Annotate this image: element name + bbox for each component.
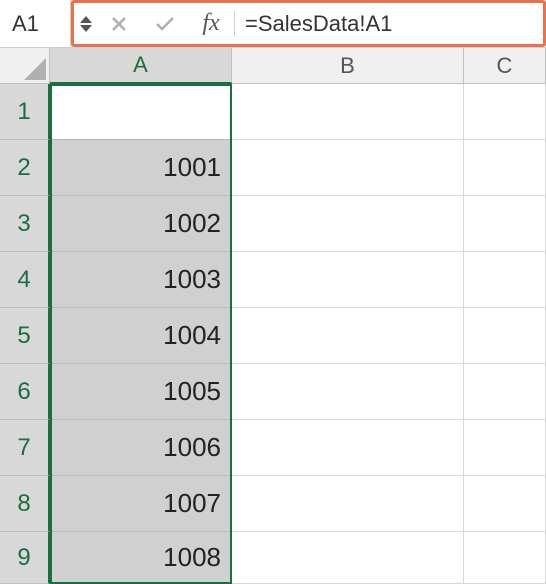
cell-b4[interactable]	[232, 252, 464, 308]
row-header-3[interactable]: 3	[0, 196, 50, 252]
cell-c6[interactable]	[464, 364, 546, 420]
name-box[interactable]: A1	[0, 0, 71, 47]
cell-a5[interactable]: 1004	[50, 308, 232, 364]
grid-row: 8 1007	[0, 476, 546, 532]
column-header-a[interactable]: A	[50, 48, 232, 84]
grid-row: 5 1004	[0, 308, 546, 364]
cell-b8[interactable]	[232, 476, 464, 532]
cell-c1[interactable]	[464, 84, 546, 140]
row-header-9[interactable]: 9	[0, 532, 50, 584]
cell-c5[interactable]	[464, 308, 546, 364]
formula-bar: A1 fx	[0, 0, 546, 48]
row-header-2[interactable]: 2	[0, 140, 50, 196]
cell-a8[interactable]: 1007	[50, 476, 232, 532]
formula-controls-highlight: fx	[71, 0, 546, 47]
row-header-8[interactable]: 8	[0, 476, 50, 532]
cell-c7[interactable]	[464, 420, 546, 476]
cell-c9[interactable]	[464, 532, 546, 584]
cell-c3[interactable]	[464, 196, 546, 252]
spreadsheet-grid: A B C 1 Order ID 2 1001 3 1002 4 1003	[0, 48, 546, 584]
column-headers: A B C	[0, 48, 546, 84]
cell-c2[interactable]	[464, 140, 546, 196]
formula-input[interactable]	[235, 3, 543, 44]
cell-b5[interactable]	[232, 308, 464, 364]
close-icon	[110, 15, 128, 33]
cell-c8[interactable]	[464, 476, 546, 532]
grid-row: 9 1008	[0, 532, 546, 584]
column-header-c[interactable]: C	[464, 48, 546, 84]
grid-row: 1 Order ID	[0, 84, 546, 140]
cell-a3[interactable]: 1002	[50, 196, 232, 252]
cancel-button[interactable]	[96, 3, 142, 44]
column-header-b[interactable]: B	[232, 48, 464, 84]
cell-a6[interactable]: 1005	[50, 364, 232, 420]
cell-b3[interactable]	[232, 196, 464, 252]
cell-a7[interactable]: 1006	[50, 420, 232, 476]
chevron-down-icon	[80, 25, 92, 32]
grid-row: 3 1002	[0, 196, 546, 252]
row-header-5[interactable]: 5	[0, 308, 50, 364]
select-all-button[interactable]	[0, 48, 50, 84]
cell-b7[interactable]	[232, 420, 464, 476]
grid-row: 6 1005	[0, 364, 546, 420]
cell-b1[interactable]	[232, 84, 464, 140]
cell-a1[interactable]: Order ID	[50, 84, 232, 140]
cell-c4[interactable]	[464, 252, 546, 308]
row-header-1[interactable]: 1	[0, 84, 50, 140]
grid-row: 7 1006	[0, 420, 546, 476]
check-icon	[154, 15, 176, 33]
cell-a4[interactable]: 1003	[50, 252, 232, 308]
cell-a9[interactable]: 1008	[50, 532, 232, 584]
cell-b6[interactable]	[232, 364, 464, 420]
cell-b9[interactable]	[232, 532, 464, 584]
cell-b2[interactable]	[232, 140, 464, 196]
row-header-4[interactable]: 4	[0, 252, 50, 308]
row-header-7[interactable]: 7	[0, 420, 50, 476]
chevron-up-icon	[80, 16, 92, 23]
grid-row: 2 1001	[0, 140, 546, 196]
formula-stepper[interactable]	[74, 3, 96, 44]
accept-button[interactable]	[142, 3, 188, 44]
grid-body: 1 Order ID 2 1001 3 1002 4 1003 5 1004	[0, 84, 546, 584]
grid-row: 4 1003	[0, 252, 546, 308]
cell-a2[interactable]: 1001	[50, 140, 232, 196]
fx-button[interactable]: fx	[188, 3, 234, 44]
row-header-6[interactable]: 6	[0, 364, 50, 420]
